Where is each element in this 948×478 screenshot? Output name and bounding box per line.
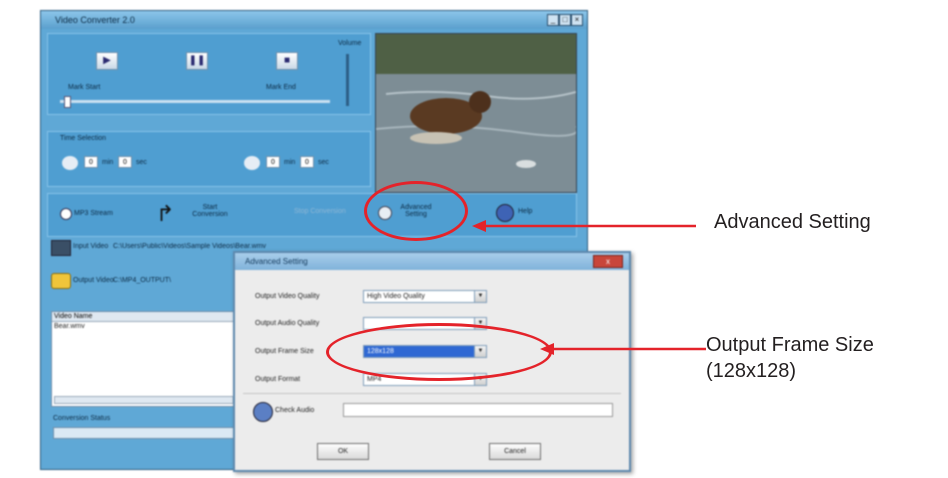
advanced-highlight-oval (364, 181, 468, 241)
list-header[interactable]: Video Name (52, 312, 236, 322)
output-video-label[interactable]: Output Video (73, 277, 114, 284)
clock-icon (244, 156, 260, 170)
start-min-field[interactable]: 0 (84, 156, 98, 168)
folder-icon (51, 273, 71, 289)
film-icon (51, 240, 71, 256)
mark-start-label[interactable]: Mark Start (68, 84, 100, 91)
video-preview (375, 33, 579, 193)
volume-label: Volume (338, 40, 362, 47)
player-panel: ▶ ❚❚ ■ Mark Start Mark End Volume (47, 33, 371, 115)
output-format-label: Output Format (255, 376, 301, 383)
input-video-path: C:\Users\Public\Videos\Sample Videos\Bea… (113, 243, 267, 250)
pause-button[interactable]: ❚❚ (186, 52, 208, 70)
maximize-button[interactable]: □ (559, 14, 571, 26)
time-selection-heading: Time Selection (60, 135, 107, 142)
frame-size-callout: Output Frame Size (706, 334, 874, 356)
stop-button[interactable]: ■ (276, 52, 298, 70)
video-list: Video Name Bear.wmv (51, 311, 237, 407)
time-selection-panel: Time Selection 0 min 0 sec 0 min 0 sec (47, 131, 371, 187)
output-format-value: MP4 (367, 376, 382, 383)
bear-image (375, 34, 579, 192)
stop-conversion-button[interactable]: Stop Conversion (294, 208, 346, 215)
divider (243, 393, 621, 394)
ok-button[interactable]: OK (317, 443, 369, 460)
conversion-status-label: Conversion Status (53, 415, 111, 422)
volume-slider[interactable] (346, 54, 349, 106)
seek-slider[interactable] (60, 100, 330, 103)
video-quality-value: High Video Quality (367, 293, 425, 300)
start-sec-unit: sec (136, 159, 147, 166)
annotation-arrows (472, 220, 706, 355)
audio-icon (253, 402, 273, 422)
input-video-label[interactable]: Input Video (73, 243, 108, 250)
end-sec-field[interactable]: 0 (300, 156, 314, 168)
video-quality-select[interactable]: High Video Quality ▼ (363, 290, 487, 303)
mp3-stream-label[interactable]: MP3 Stream (74, 210, 113, 217)
video-quality-label: Output Video Quality (255, 293, 320, 300)
frame-size-callout-value: (128x128) (706, 360, 797, 382)
mark-end-label[interactable]: Mark End (266, 84, 296, 91)
minimize-button[interactable]: _ (547, 14, 559, 26)
advanced-setting-callout: Advanced Setting (714, 211, 871, 233)
list-item[interactable]: Bear.wmv (54, 323, 85, 330)
start-min-unit: min (102, 159, 114, 166)
start-sec-field[interactable]: 0 (118, 156, 132, 168)
output-video-path: C:\MP4_OUTPUT\ (113, 277, 171, 284)
audio-quality-label: Output Audio Quality (255, 320, 320, 327)
start-conversion-button[interactable]: Start Conversion (188, 204, 232, 218)
end-min-unit: min (284, 159, 296, 166)
start-arrow-icon[interactable]: ↱ (156, 202, 180, 226)
seek-thumb[interactable] (64, 96, 71, 108)
end-sec-unit: sec (318, 159, 329, 166)
close-button[interactable]: × (571, 14, 583, 26)
conversion-progress (53, 427, 237, 439)
cancel-button[interactable]: Cancel (489, 443, 541, 460)
window-title: Video Converter 2.0 (41, 11, 587, 29)
end-min-field[interactable]: 0 (266, 156, 280, 168)
mp3-radio[interactable] (60, 208, 72, 220)
check-audio-button[interactable]: Check Audio (275, 407, 314, 414)
list-scrollbar[interactable] (54, 396, 234, 404)
frame-size-label: Output Frame Size (255, 348, 314, 355)
play-button[interactable]: ▶ (96, 52, 118, 70)
clock-icon (62, 156, 78, 170)
audio-path-field[interactable] (343, 403, 613, 417)
